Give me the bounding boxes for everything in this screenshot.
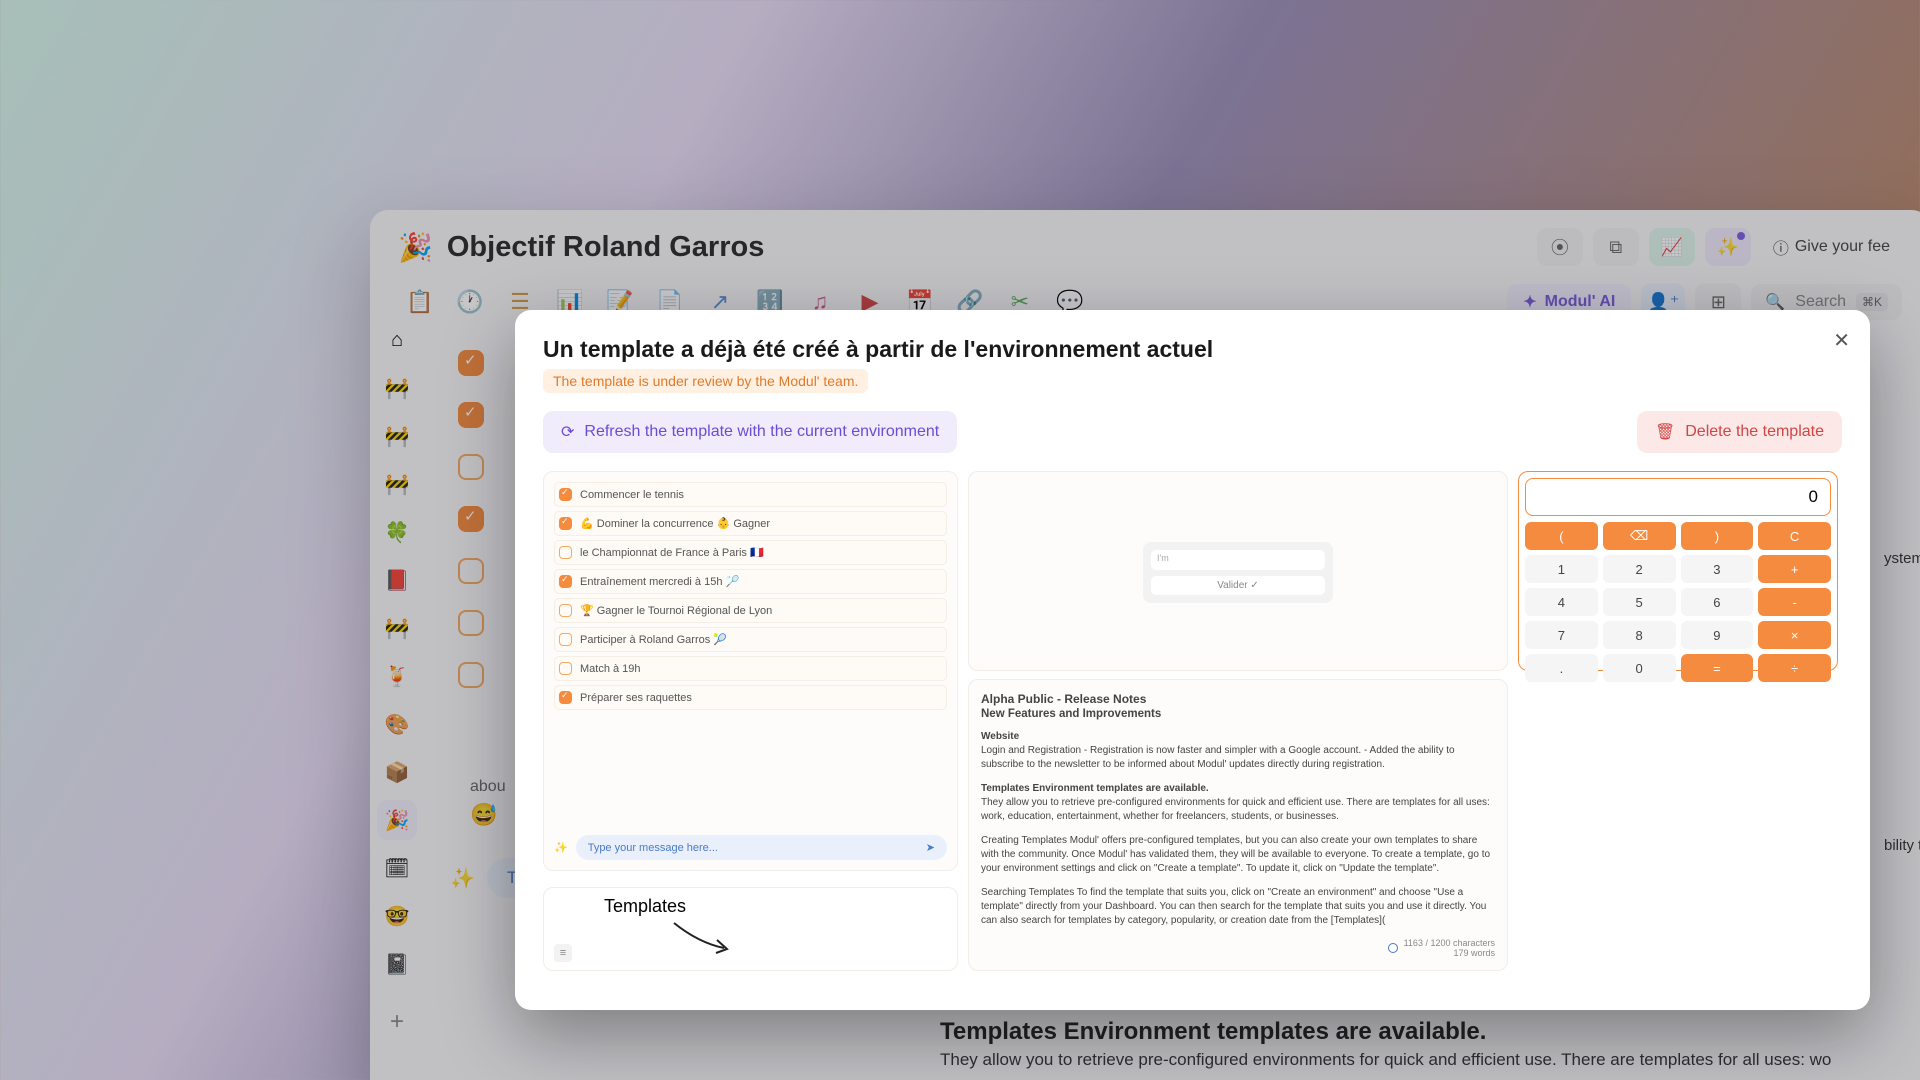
calc-key[interactable]: × (1758, 621, 1831, 649)
calc-key[interactable]: ÷ (1758, 654, 1831, 682)
trash-icon: 🗑 (1655, 422, 1675, 442)
template-modal: ✕ Un template a déjà été créé à partir d… (515, 310, 1870, 1010)
close-icon[interactable]: ✕ (1833, 328, 1850, 353)
calc-key[interactable]: C (1758, 522, 1831, 550)
mini-message-input[interactable]: Type your message here... ➤ (576, 835, 947, 860)
checkbox-icon[interactable] (559, 633, 572, 646)
whiteboard-tool-icon[interactable]: ≡ (554, 944, 572, 962)
task-label: le Championnat de France à Paris 🇫🇷 (580, 546, 764, 559)
whiteboard-preview: Templates ≡ (543, 887, 958, 971)
mini-task-row[interactable]: Préparer ses raquettes (554, 685, 947, 710)
task-label: 🏆 Gagner le Tournoi Régional de Lyon (580, 604, 772, 617)
calc-key[interactable]: 0 (1603, 654, 1676, 682)
mini-task-row[interactable]: 🏆 Gagner le Tournoi Régional de Lyon (554, 598, 947, 623)
calc-key[interactable]: ( (1525, 522, 1598, 550)
calc-key[interactable]: 3 (1681, 555, 1754, 583)
send-icon[interactable]: ➤ (926, 841, 935, 854)
mini-text-input[interactable]: I'm (1151, 550, 1325, 570)
refresh-icon: ⟳ (561, 422, 574, 442)
task-label: Préparer ses raquettes (580, 692, 692, 704)
mini-task-row[interactable]: Participer à Roland Garros 🎾 (554, 627, 947, 652)
calc-key[interactable]: 9 (1681, 621, 1754, 649)
form-preview: I'm Valider ✓ (968, 471, 1508, 671)
modal-title: Un template a déjà été créé à partir de … (543, 336, 1842, 363)
checkbox-icon[interactable] (559, 691, 572, 704)
checkbox-icon[interactable] (559, 604, 572, 617)
task-label: Match à 19h (580, 663, 641, 675)
checkbox-icon[interactable] (559, 575, 572, 588)
calc-key[interactable]: + (1758, 555, 1831, 583)
checkbox-icon[interactable] (559, 546, 572, 559)
calculator-preview: 0 (⌫)C123+456-789×.0=÷ (1518, 471, 1838, 671)
task-label: Participer à Roland Garros 🎾 (580, 633, 727, 646)
tasks-preview: Commencer le tennis 💪 Dominer la concurre… (543, 471, 958, 871)
calc-key[interactable]: 7 (1525, 621, 1598, 649)
mini-task-row[interactable]: Commencer le tennis (554, 482, 947, 507)
arrow-sketch-icon (669, 918, 739, 958)
calc-key[interactable]: ) (1681, 522, 1754, 550)
ai-icon[interactable]: ✨ (554, 841, 568, 854)
calc-key[interactable]: 6 (1681, 588, 1754, 616)
delete-button[interactable]: 🗑 Delete the template (1637, 411, 1842, 453)
calc-key[interactable]: - (1758, 588, 1831, 616)
calc-key[interactable]: 4 (1525, 588, 1598, 616)
mini-task-row[interactable]: Match à 19h (554, 656, 947, 681)
checkbox-icon[interactable] (559, 662, 572, 675)
task-label: Entraînement mercredi à 15h 🏸 (580, 575, 739, 588)
validate-button[interactable]: Valider ✓ (1151, 576, 1325, 595)
mini-task-row[interactable]: 💪 Dominer la concurrence 👶 Gagner (554, 511, 947, 536)
calc-key[interactable]: . (1525, 654, 1598, 682)
refresh-button[interactable]: ⟳ Refresh the template with the current … (543, 411, 957, 453)
calc-key[interactable]: 2 (1603, 555, 1676, 583)
checkbox-icon[interactable] (559, 488, 572, 501)
preview-grid: Commencer le tennis 💪 Dominer la concurre… (543, 471, 1842, 941)
mini-task-row[interactable]: Entraînement mercredi à 15h 🏸 (554, 569, 947, 594)
calc-key[interactable]: = (1681, 654, 1754, 682)
calc-display: 0 (1525, 478, 1831, 516)
checkbox-icon[interactable] (559, 517, 572, 530)
mini-task-row[interactable]: le Championnat de France à Paris 🇫🇷 (554, 540, 947, 565)
calc-key[interactable]: 1 (1525, 555, 1598, 583)
calc-key[interactable]: ⌫ (1603, 522, 1676, 550)
notes-preview: Alpha Public - Release Notes New Feature… (968, 679, 1508, 971)
task-label: 💪 Dominer la concurrence 👶 Gagner (580, 517, 770, 530)
calc-key[interactable]: 5 (1603, 588, 1676, 616)
calc-key[interactable]: 8 (1603, 621, 1676, 649)
task-label: Commencer le tennis (580, 489, 684, 501)
char-count: 1163 / 1200 characters179 words (981, 938, 1495, 958)
review-badge: The template is under review by the Modu… (543, 369, 868, 393)
modal-overlay[interactable]: ✕ Un template a déjà été créé à partir d… (0, 0, 1920, 1080)
